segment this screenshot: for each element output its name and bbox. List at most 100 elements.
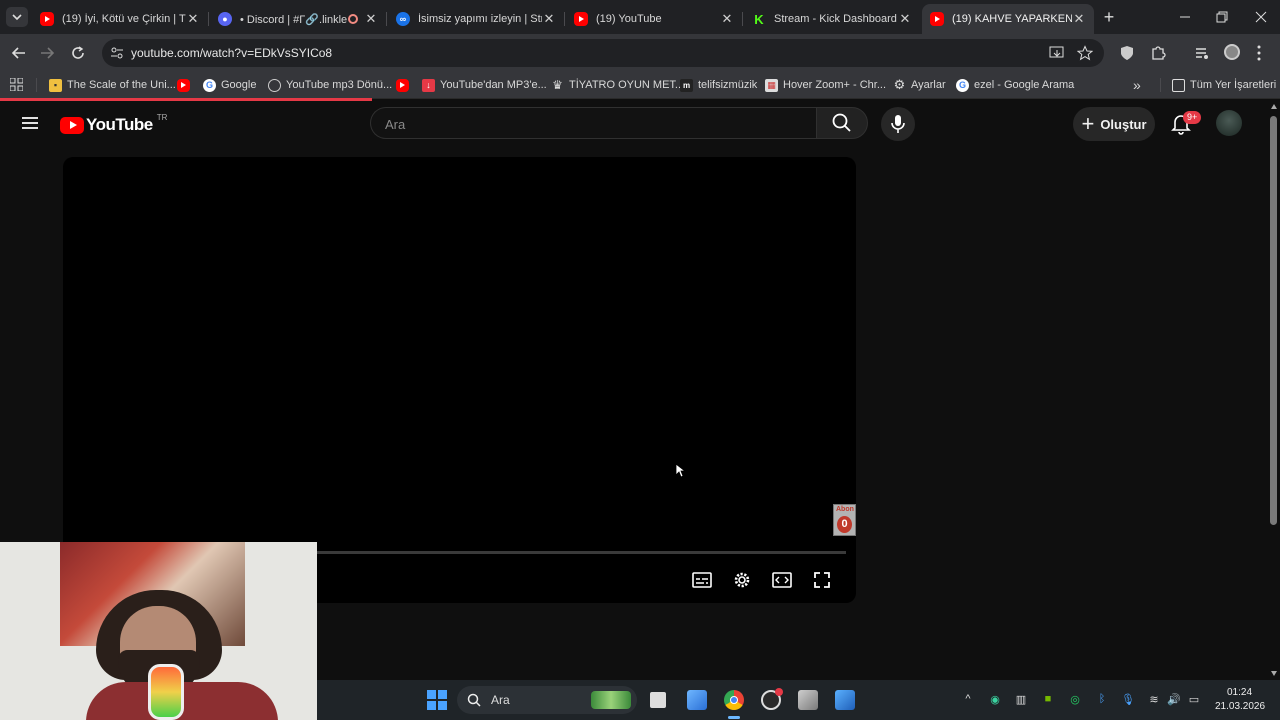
notifications-button[interactable]: 9+ <box>1171 111 1202 135</box>
scrollbar-down-arrow[interactable] <box>1271 671 1277 676</box>
close-tab-icon[interactable]: ✕ <box>720 11 734 27</box>
create-button[interactable]: + Oluştur <box>1073 107 1155 141</box>
store-icon[interactable] <box>687 690 707 710</box>
reload-button[interactable] <box>69 44 87 62</box>
profile-avatar[interactable] <box>1224 44 1240 60</box>
voice-search-button[interactable] <box>881 107 915 141</box>
account-avatar[interactable] <box>1216 110 1242 136</box>
bookmark-label: telifsizmüzik <box>698 79 758 91</box>
tab-5[interactable]: K Stream - Kick Dashboard ✕ <box>744 4 920 34</box>
subtitles-icon <box>692 572 712 588</box>
tab-6-active[interactable]: (19) KAHVE YAPARKEN SO ✕ <box>922 4 1094 34</box>
tab-search-button[interactable] <box>6 7 28 27</box>
subtitles-button[interactable] <box>689 567 715 593</box>
shield-extension-icon[interactable] <box>1120 45 1134 61</box>
more-menu-icon[interactable] <box>1256 44 1262 62</box>
whatsapp-icon[interactable]: ◎ <box>1068 692 1082 706</box>
tray-app-icon[interactable]: ◉ <box>988 692 1002 706</box>
recording-icon <box>348 14 358 24</box>
bookmarks-bar: ▪ The Scale of the Uni... G Google YouTu… <box>0 72 1280 99</box>
site-info-icon[interactable] <box>110 46 124 60</box>
bookmark-item[interactable]: ▦ Hover Zoom+ - Chr... <box>765 77 886 93</box>
scrollbar-thumb[interactable] <box>1270 116 1277 525</box>
youtube-wordmark: YouTube <box>86 115 153 134</box>
volume-icon[interactable]: 🔊 <box>1167 692 1181 706</box>
tab-3[interactable]: ∞ İsimsiz yapımı izleyin | Stre ✕ <box>388 4 564 34</box>
search-input[interactable] <box>383 108 787 140</box>
nvidia-icon[interactable]: ■ <box>1041 692 1055 706</box>
windows-start-icon[interactable] <box>427 690 447 710</box>
minimize-icon <box>1180 16 1190 18</box>
bookmark-item[interactable]: YouTube mp3 Dönü... <box>268 77 392 93</box>
page-scrollbar[interactable] <box>1268 101 1280 680</box>
restore-icon <box>1216 11 1228 23</box>
clock-time[interactable]: 01:24 <box>1227 687 1252 698</box>
youtube-icon <box>40 12 54 26</box>
bluetooth-icon[interactable]: ᛒ <box>1095 692 1109 706</box>
fullscreen-button[interactable] <box>809 567 835 593</box>
bookmark-item[interactable]: G Google <box>203 77 256 93</box>
media-controls-icon[interactable] <box>1194 45 1210 61</box>
address-bar[interactable]: youtube.com/watch?v=EDkVsSYICo8 <box>102 39 1104 67</box>
close-tab-icon[interactable]: ✕ <box>542 11 556 27</box>
bookmark-label: The Scale of the Uni... <box>67 79 176 91</box>
apps-grid-icon[interactable] <box>10 78 23 91</box>
bookmark-item[interactable]: ⚙ Ayarlar <box>893 77 946 93</box>
bookmark-item[interactable]: ↓ YouTube'dan MP3'e... <box>422 77 547 93</box>
restore-button[interactable] <box>1213 8 1231 26</box>
microphone-icon[interactable]: 🎙 <box>1121 692 1135 706</box>
fullscreen-icon <box>814 572 830 588</box>
discord-icon: ● <box>218 12 232 26</box>
bookmark-item[interactable]: m telifsizmüzik <box>680 77 757 93</box>
guide-menu-button[interactable] <box>20 115 40 131</box>
obs-icon[interactable] <box>761 688 783 710</box>
video-player[interactable] <box>63 157 856 603</box>
theater-mode-button[interactable] <box>769 567 795 593</box>
bookmark-item[interactable] <box>177 77 195 93</box>
file-explorer-icon[interactable] <box>650 692 666 708</box>
app-icon[interactable] <box>798 690 818 710</box>
youtube-logo[interactable]: YouTube TR <box>60 113 167 135</box>
wifi-icon[interactable]: ≋ <box>1147 692 1161 706</box>
folder-icon <box>1172 78 1185 92</box>
bookmark-item[interactable]: ♛ TİYATRO OYUN MET... <box>551 77 684 93</box>
new-tab-button[interactable]: + <box>1100 8 1118 26</box>
show-hidden-icons-chevron-icon[interactable]: ^ <box>961 692 975 706</box>
settings-button[interactable] <box>729 567 755 593</box>
close-tab-icon[interactable]: ✕ <box>1072 11 1086 27</box>
search-button[interactable] <box>816 107 868 139</box>
google-icon: G <box>956 78 969 92</box>
tab-2[interactable]: ● • Discord | #Γ🔗.linkle ✕ <box>210 4 386 34</box>
close-tab-icon[interactable]: ✕ <box>186 11 200 27</box>
star-icon[interactable] <box>1077 45 1093 61</box>
close-tab-icon[interactable]: ✕ <box>364 11 378 27</box>
clock-date[interactable]: 21.03.2026 <box>1215 701 1265 712</box>
reload-icon <box>72 46 84 59</box>
scrollbar-up-arrow[interactable] <box>1271 104 1277 109</box>
tab-1[interactable]: (19) İyi, Kötü ve Çirkin | Tür ✕ <box>32 4 208 34</box>
subscribe-widget-label: Abon <box>836 506 854 513</box>
install-app-icon[interactable] <box>1049 46 1065 60</box>
battery-icon[interactable]: ▭ <box>1187 692 1201 706</box>
more-bookmarks-button[interactable]: » <box>1133 77 1141 93</box>
chrome-icon[interactable] <box>724 690 744 710</box>
all-bookmarks-folder[interactable]: Tüm Yer İşaretleri <box>1172 77 1276 93</box>
search-box <box>370 107 816 140</box>
bookmark-item[interactable]: ▪ The Scale of the Uni... <box>49 77 176 93</box>
tab-title: Stream - Kick Dashboard <box>774 13 897 25</box>
bookmark-item[interactable] <box>396 77 414 93</box>
back-button[interactable] <box>10 44 28 62</box>
minimize-button[interactable] <box>1176 8 1194 26</box>
bookmark-label: Tüm Yer İşaretleri <box>1190 79 1277 91</box>
close-tab-icon[interactable]: ✕ <box>898 11 912 27</box>
close-window-button[interactable] <box>1252 8 1270 26</box>
bookmark-label: Google <box>221 79 257 91</box>
extensions-puzzle-icon[interactable] <box>1150 45 1166 61</box>
tray-equalizer-icon[interactable]: ▥ <box>1014 692 1028 706</box>
subscribe-widget-count: 0 <box>837 516 852 533</box>
forward-button[interactable] <box>38 44 56 62</box>
tab-4[interactable]: (19) YouTube ✕ <box>566 4 742 34</box>
editor-icon[interactable] <box>835 690 855 710</box>
taskbar-search[interactable]: Ara <box>457 686 637 714</box>
bookmark-item[interactable]: G ezel - Google Arama <box>956 77 1074 93</box>
